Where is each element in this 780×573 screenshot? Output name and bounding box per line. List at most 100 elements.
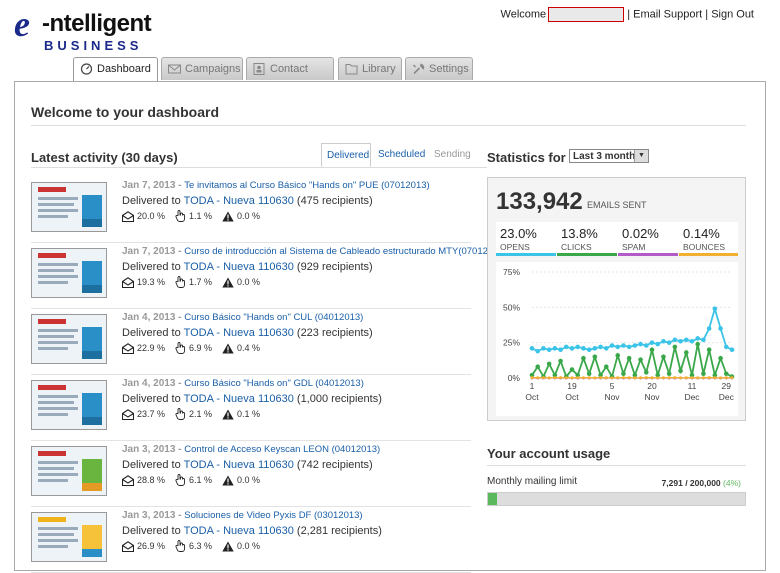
data-point[interactable] xyxy=(604,346,609,351)
data-point[interactable] xyxy=(718,326,723,331)
data-point[interactable] xyxy=(616,376,619,379)
data-point[interactable] xyxy=(679,376,682,379)
data-point[interactable] xyxy=(713,306,718,311)
data-point[interactable] xyxy=(548,376,551,379)
contact-list-link[interactable]: TODA - Nueva 110630 xyxy=(184,327,294,339)
data-point[interactable] xyxy=(535,349,540,354)
data-point[interactable] xyxy=(701,371,706,376)
data-point[interactable] xyxy=(702,376,705,379)
data-point[interactable] xyxy=(559,376,562,379)
data-point[interactable] xyxy=(695,342,700,347)
data-point[interactable] xyxy=(713,376,716,379)
tab-campaigns[interactable]: Campaigns xyxy=(161,57,243,80)
data-point[interactable] xyxy=(547,362,552,367)
campaign-title-link[interactable]: Control de Acceso Keyscan LEON (04012013… xyxy=(184,444,380,455)
campaign-title-link[interactable]: Soluciones de Video Pyxis DF (03012013) xyxy=(184,510,362,521)
data-point[interactable] xyxy=(639,376,642,379)
data-point[interactable] xyxy=(553,376,556,379)
campaign-thumbnail[interactable] xyxy=(31,512,107,562)
data-point[interactable] xyxy=(655,342,660,347)
data-point[interactable] xyxy=(531,376,534,379)
data-point[interactable] xyxy=(615,353,620,358)
data-point[interactable] xyxy=(719,376,722,379)
data-point[interactable] xyxy=(536,376,539,379)
data-point[interactable] xyxy=(644,370,649,375)
contact-list-link[interactable]: TODA - Nueva 110630 xyxy=(184,459,294,471)
campaign-thumbnail[interactable] xyxy=(31,248,107,298)
data-point[interactable] xyxy=(581,356,586,361)
data-point[interactable] xyxy=(650,347,655,352)
data-point[interactable] xyxy=(667,340,672,345)
data-point[interactable] xyxy=(638,357,643,362)
campaign-thumbnail[interactable] xyxy=(31,182,107,232)
data-point[interactable] xyxy=(627,345,632,350)
data-point[interactable] xyxy=(708,376,711,379)
data-point[interactable] xyxy=(707,347,712,352)
data-point[interactable] xyxy=(571,376,574,379)
data-point[interactable] xyxy=(611,376,614,379)
data-point[interactable] xyxy=(588,376,591,379)
data-point[interactable] xyxy=(724,345,729,350)
data-point[interactable] xyxy=(678,369,683,374)
data-point[interactable] xyxy=(535,364,540,369)
contact-list-link[interactable]: TODA - Nueva 110630 xyxy=(184,195,294,207)
data-point[interactable] xyxy=(673,345,678,350)
data-point[interactable] xyxy=(575,345,580,350)
campaign-title-link[interactable]: Curso Básico "Hands on" GDL (04012013) xyxy=(184,378,364,389)
campaign-title-link[interactable]: Curso de introducción al Sistema de Cabl… xyxy=(184,246,507,257)
data-point[interactable] xyxy=(530,346,535,351)
brand-logo[interactable]: e -ntelligent BUSINESS xyxy=(14,6,164,50)
data-point[interactable] xyxy=(661,355,666,360)
data-point[interactable] xyxy=(691,376,694,379)
data-point[interactable] xyxy=(650,340,655,345)
tab-settings[interactable]: Settings xyxy=(405,57,473,80)
data-point[interactable] xyxy=(598,345,603,350)
campaign-title-link[interactable]: Te invitamos al Curso Básico "Hands on" … xyxy=(184,180,429,191)
data-point[interactable] xyxy=(695,336,700,341)
data-point[interactable] xyxy=(638,342,643,347)
data-point[interactable] xyxy=(621,343,626,348)
campaign-title-link[interactable]: Curso Básico "Hands on" CUL (04012013) xyxy=(184,312,363,323)
data-point[interactable] xyxy=(599,376,602,379)
data-point[interactable] xyxy=(656,376,659,379)
data-point[interactable] xyxy=(724,371,729,376)
data-point[interactable] xyxy=(651,376,654,379)
data-point[interactable] xyxy=(581,346,586,351)
data-point[interactable] xyxy=(678,339,683,344)
data-point[interactable] xyxy=(644,343,649,348)
data-point[interactable] xyxy=(731,376,734,379)
campaign-thumbnail[interactable] xyxy=(31,380,107,430)
data-point[interactable] xyxy=(661,339,666,344)
data-point[interactable] xyxy=(667,371,672,376)
data-point[interactable] xyxy=(690,339,695,344)
data-point[interactable] xyxy=(684,350,689,355)
campaign-thumbnail[interactable] xyxy=(31,314,107,364)
contact-list-link[interactable]: TODA - Nueva 110630 xyxy=(184,393,294,405)
data-point[interactable] xyxy=(615,345,620,350)
data-point[interactable] xyxy=(684,338,689,343)
data-point[interactable] xyxy=(662,376,665,379)
subtab-scheduled[interactable]: Scheduled xyxy=(378,143,425,167)
sign-out-link[interactable]: Sign Out xyxy=(711,8,754,20)
data-point[interactable] xyxy=(627,356,632,361)
data-point[interactable] xyxy=(564,345,569,350)
subtab-sending[interactable]: Sending xyxy=(434,143,471,167)
data-point[interactable] xyxy=(622,376,625,379)
tab-contact-lists[interactable]: Contact Lists xyxy=(246,57,334,80)
data-point[interactable] xyxy=(605,376,608,379)
data-point[interactable] xyxy=(570,346,575,351)
data-point[interactable] xyxy=(633,343,638,348)
data-point[interactable] xyxy=(587,347,592,352)
data-point[interactable] xyxy=(542,376,545,379)
data-point[interactable] xyxy=(541,346,546,351)
data-point[interactable] xyxy=(593,355,598,360)
data-point[interactable] xyxy=(558,359,563,364)
data-point[interactable] xyxy=(707,326,712,331)
campaign-thumbnail[interactable] xyxy=(31,446,107,496)
data-point[interactable] xyxy=(593,346,598,351)
data-point[interactable] xyxy=(668,376,671,379)
data-point[interactable] xyxy=(701,338,706,343)
data-point[interactable] xyxy=(718,356,723,361)
data-point[interactable] xyxy=(565,376,568,379)
data-point[interactable] xyxy=(593,376,596,379)
